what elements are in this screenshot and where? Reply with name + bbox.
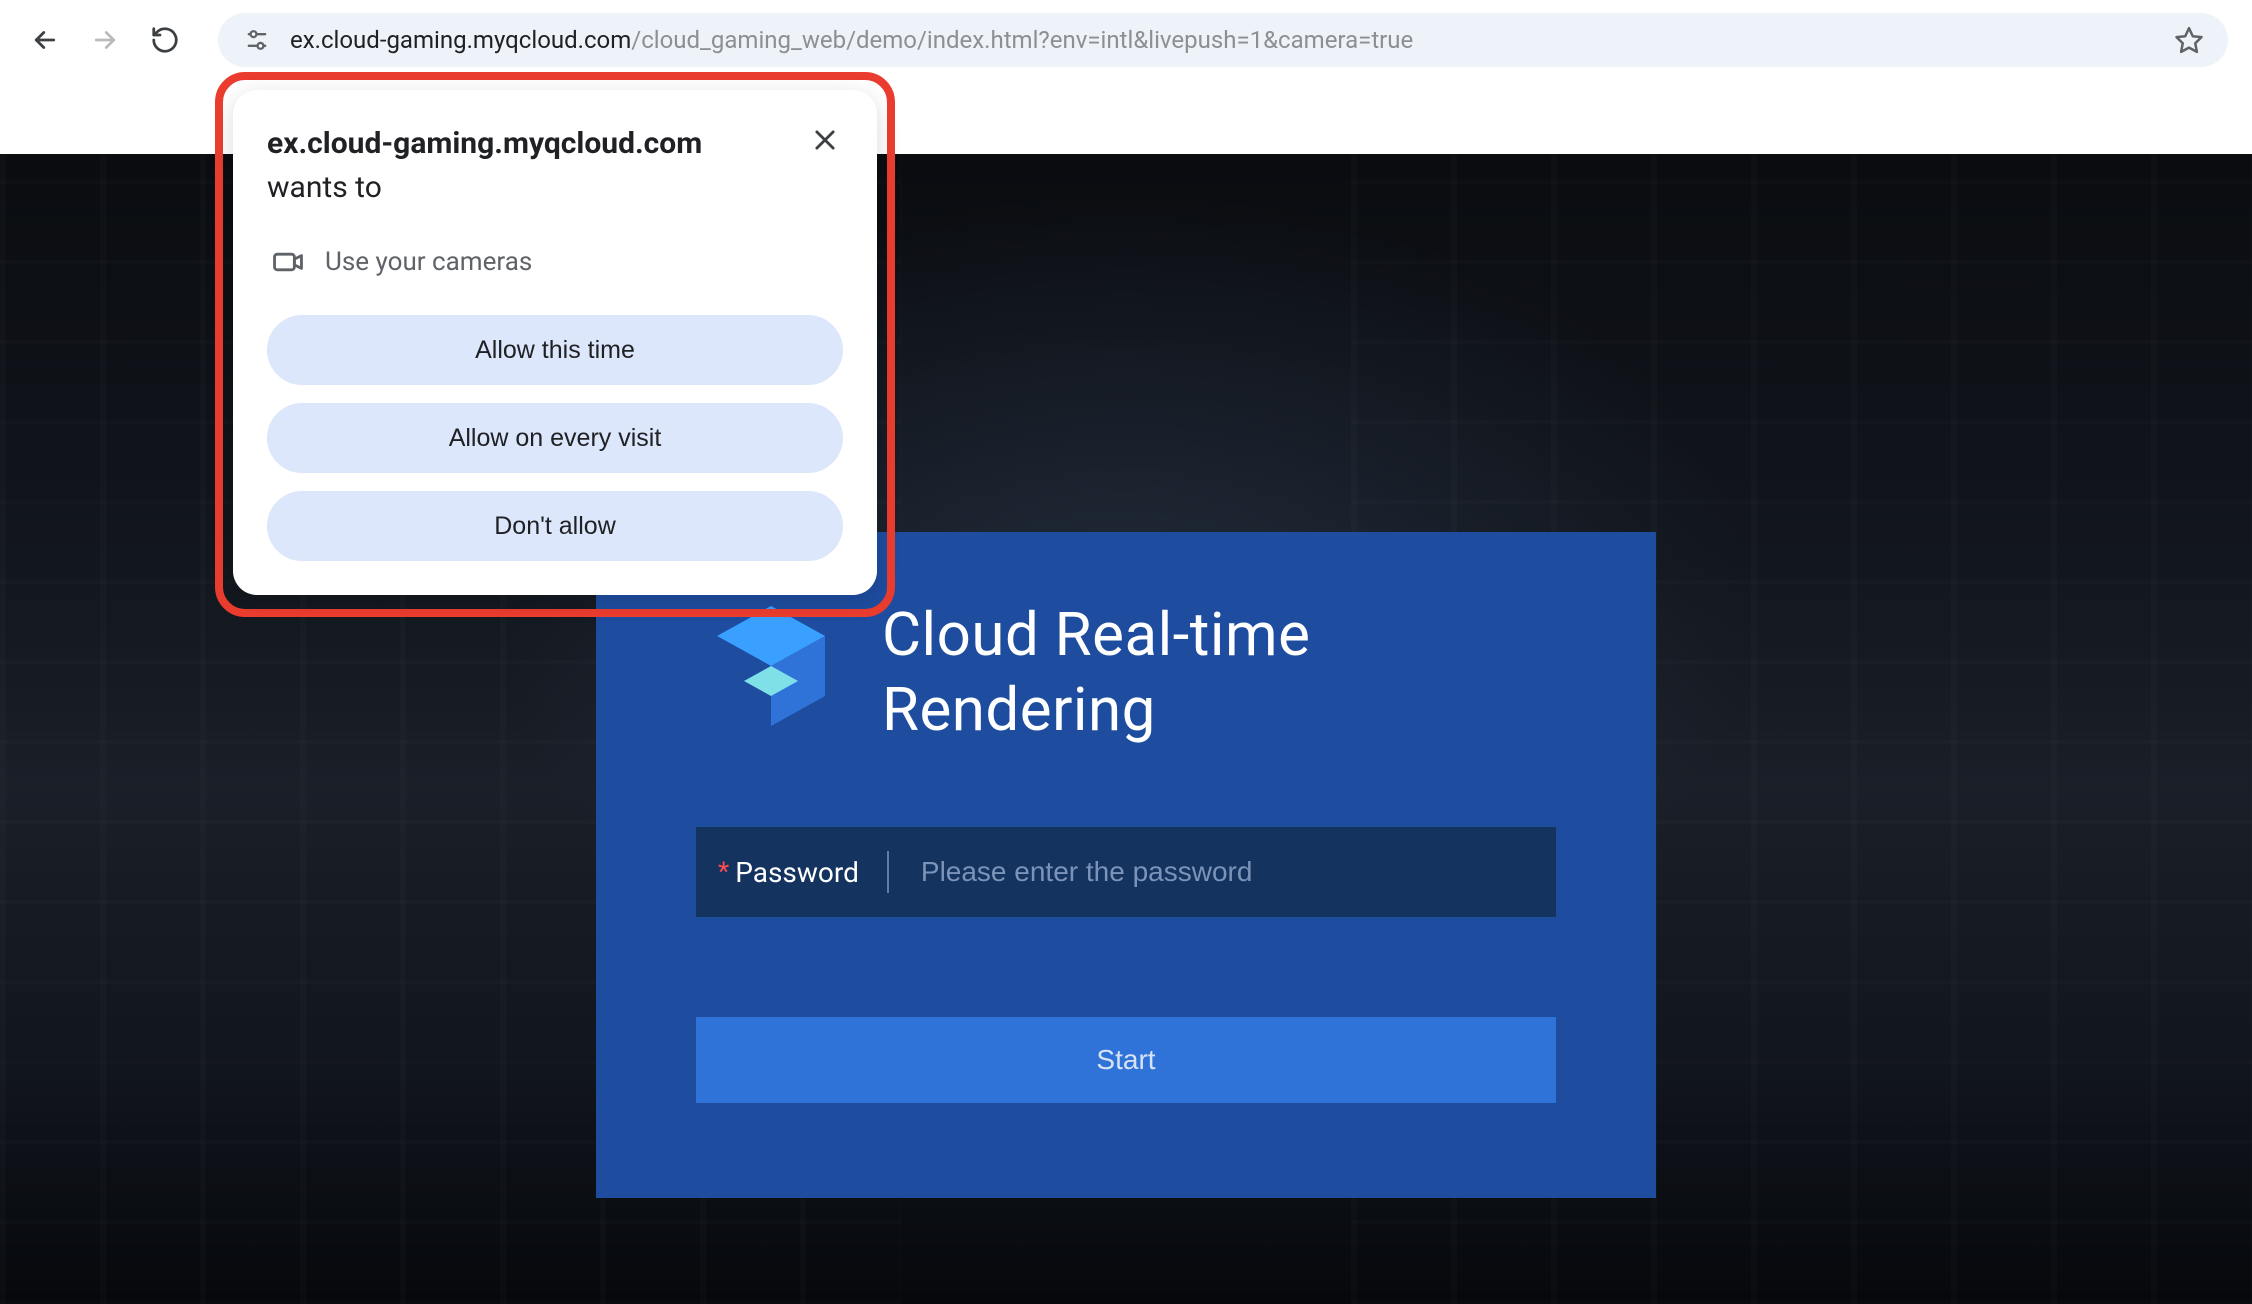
reload-button[interactable] <box>144 19 186 61</box>
url-text: ex.cloud-gaming.myqcloud.com/cloud_gamin… <box>290 26 1413 54</box>
url-host: ex.cloud-gaming.myqcloud.com <box>290 26 631 54</box>
permission-highlight-box: ex.cloud-gaming.myqcloud.com wants to Us… <box>215 72 895 617</box>
cube-logo-icon <box>696 597 846 747</box>
panel-title: Cloud Real-time Rendering <box>882 597 1310 747</box>
close-icon[interactable] <box>807 122 843 158</box>
password-input[interactable] <box>921 856 1556 888</box>
panel-title-line1: Cloud Real-time <box>882 597 1310 672</box>
password-row: * Password <box>696 827 1556 917</box>
permission-header: ex.cloud-gaming.myqcloud.com wants to <box>267 122 843 209</box>
browser-toolbar: ex.cloud-gaming.myqcloud.com/cloud_gamin… <box>0 0 2252 80</box>
allow-once-button[interactable]: Allow this time <box>267 315 843 385</box>
site-settings-icon[interactable] <box>240 23 274 57</box>
permission-buttons: Allow this time Allow on every visit Don… <box>267 315 843 561</box>
password-label: * Password <box>696 851 889 893</box>
panel-title-line2: Rendering <box>882 672 1310 747</box>
address-bar[interactable]: ex.cloud-gaming.myqcloud.com/cloud_gamin… <box>218 13 2228 67</box>
permission-origin: ex.cloud-gaming.myqcloud.com <box>267 126 702 161</box>
permission-popup: ex.cloud-gaming.myqcloud.com wants to Us… <box>233 90 877 595</box>
forward-button[interactable] <box>84 19 126 61</box>
permission-item-label: Use your cameras <box>325 247 532 277</box>
login-panel: Cloud Real-time Rendering * Password Sta… <box>596 532 1656 1198</box>
permission-item-camera: Use your cameras <box>267 245 843 279</box>
camera-icon <box>271 245 305 279</box>
bookmark-star-icon[interactable] <box>2172 23 2206 57</box>
password-label-text: Password <box>735 856 859 889</box>
allow-always-button[interactable]: Allow on every visit <box>267 403 843 473</box>
deny-button[interactable]: Don't allow <box>267 491 843 561</box>
url-path: /cloud_gaming_web/demo/index.html?env=in… <box>631 26 1413 54</box>
panel-header: Cloud Real-time Rendering <box>696 597 1556 747</box>
start-button[interactable]: Start <box>696 1017 1556 1103</box>
required-asterisk: * <box>718 857 729 887</box>
permission-title: ex.cloud-gaming.myqcloud.com wants to <box>267 122 737 209</box>
back-button[interactable] <box>24 19 66 61</box>
permission-suffix: wants to <box>267 170 382 205</box>
